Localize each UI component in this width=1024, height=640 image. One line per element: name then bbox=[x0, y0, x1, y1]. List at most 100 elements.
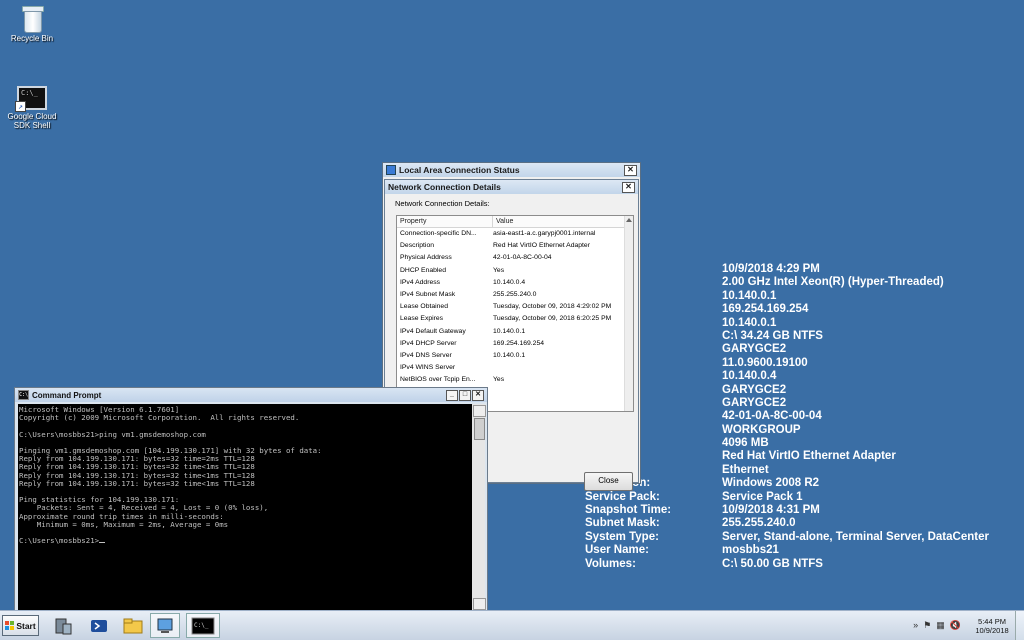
show-desktop-button[interactable] bbox=[1015, 611, 1024, 640]
maximize-icon[interactable]: □ bbox=[459, 390, 471, 401]
bginfo-label: Snapshot Time: bbox=[585, 504, 672, 517]
network-tray-icon[interactable]: ▦ bbox=[936, 620, 945, 631]
bginfo-value: 11.0.9600.19100 bbox=[722, 356, 808, 369]
server-manager-icon bbox=[55, 618, 72, 634]
recycle-bin-icon bbox=[21, 6, 44, 33]
bginfo-value: 2.00 GHz Intel Xeon(R) (Hyper-Threaded) bbox=[722, 276, 944, 289]
recycle-bin-shortcut[interactable]: Recycle Bin bbox=[0, 6, 64, 43]
bginfo-value: 10/9/2018 4:31 PM bbox=[722, 504, 820, 517]
close-icon[interactable]: ✕ bbox=[472, 390, 484, 401]
scroll-thumb[interactable] bbox=[474, 418, 485, 440]
bginfo-label: Service Pack: bbox=[585, 490, 660, 503]
cmd-titlebar[interactable]: C:\ Command Prompt _ □ ✕ bbox=[15, 388, 487, 402]
details-property: NetBIOS over Tcpip En... bbox=[400, 376, 476, 384]
folder-icon bbox=[123, 618, 143, 633]
details-row[interactable]: IPv4 WINS Server bbox=[397, 362, 633, 374]
details-row[interactable]: Physical Address 42-01-0A-8C-00-04 bbox=[397, 252, 633, 264]
bginfo-label: Volumes: bbox=[585, 557, 636, 570]
command-prompt-icon: C:\_ bbox=[191, 617, 215, 634]
terminal-icon: C:\_ ↗ bbox=[15, 86, 47, 112]
network-icon bbox=[386, 165, 396, 175]
details-value: Red Hat VirtIO Ethernet Adapter bbox=[493, 242, 590, 250]
clock-date: 10/9/2018 bbox=[975, 625, 1009, 635]
details-value: 10.140.0.1 bbox=[493, 327, 526, 335]
clock[interactable]: 5:44 PM 10/9/2018 bbox=[969, 617, 1015, 635]
bginfo-value: Windows 2008 R2 bbox=[722, 477, 820, 490]
scroll-down-arrow-icon[interactable] bbox=[473, 598, 486, 610]
details-value: 42-01-0A-8C-00-04 bbox=[493, 254, 552, 262]
taskbar-powershell[interactable] bbox=[84, 613, 114, 638]
ncd-titlebar[interactable]: Network Connection Details ✕ bbox=[385, 180, 638, 194]
console-line: Minimum = 0ms, Maximum = 2ms, Average = … bbox=[19, 519, 229, 529]
scroll-up-icon[interactable] bbox=[626, 218, 632, 222]
console-line: C:\Users\mosbbs21> bbox=[19, 536, 100, 546]
bginfo-value: 169.254.169.254 bbox=[722, 303, 809, 316]
details-row[interactable]: DHCP Enabled Yes bbox=[397, 265, 633, 277]
lacs-title: Local Area Connection Status bbox=[399, 165, 520, 175]
details-row[interactable]: IPv4 DNS Server 10.140.0.1 bbox=[397, 350, 633, 362]
bginfo-value: 10.140.0.1 bbox=[722, 289, 777, 302]
taskbar-explorer[interactable] bbox=[118, 613, 148, 638]
recycle-bin-label: Recycle Bin bbox=[10, 34, 54, 43]
details-property: Lease Expires bbox=[400, 315, 444, 323]
details-row[interactable]: IPv4 DHCP Server 169.254.169.254 bbox=[397, 338, 633, 350]
column-header-property[interactable]: Property bbox=[397, 216, 493, 227]
close-button[interactable]: Close bbox=[584, 472, 633, 491]
bginfo-value: 10.140.0.4 bbox=[722, 370, 777, 383]
details-row[interactable]: NetBIOS over Tcpip En... Yes bbox=[397, 374, 633, 386]
details-value bbox=[492, 362, 493, 374]
details-value: 169.254.169.254 bbox=[493, 339, 545, 347]
details-property: Lease Obtained bbox=[400, 303, 448, 311]
details-row[interactable]: IPv4 Default Gateway 10.140.0.1 bbox=[397, 326, 633, 338]
show-hidden-icons-chevron[interactable]: » bbox=[913, 620, 918, 631]
details-property: IPv4 Default Gateway bbox=[400, 327, 466, 335]
bginfo-label: System Type: bbox=[585, 530, 659, 543]
start-label: Start bbox=[16, 620, 36, 631]
taskbar-server-manager[interactable] bbox=[48, 613, 78, 638]
powershell-icon bbox=[91, 619, 107, 632]
details-row[interactable]: Description Red Hat VirtIO Ethernet Adapt… bbox=[397, 240, 633, 252]
details-row[interactable]: Lease Obtained Tuesday, October 09, 2018 … bbox=[397, 301, 633, 313]
details-row[interactable]: IPv4 Subnet Mask 255.255.240.0 bbox=[397, 289, 633, 301]
bginfo-value: mosbbs21 bbox=[722, 544, 779, 557]
details-property: Description bbox=[400, 242, 434, 250]
details-property: IPv4 DNS Server bbox=[400, 351, 452, 359]
lacs-titlebar[interactable]: Local Area Connection Status ✕ bbox=[383, 163, 640, 177]
lacs-close-icon[interactable]: ✕ bbox=[624, 165, 637, 176]
bginfo-value: Server, Stand-alone, Terminal Server, Da… bbox=[722, 530, 989, 543]
clock-time: 5:44 PM bbox=[978, 616, 1006, 626]
google-cloud-sdk-shortcut[interactable]: C:\_ ↗ Google Cloud SDK Shell bbox=[0, 86, 64, 130]
details-row[interactable]: Connection-specific DN... asia-east1-a.c.… bbox=[397, 228, 633, 240]
ncd-caption: Network Connection Details: bbox=[395, 199, 490, 208]
cmd-app-icon: C:\ bbox=[18, 390, 29, 400]
details-scrollbar[interactable] bbox=[624, 216, 633, 411]
details-list[interactable]: Property Value Connection-specific DN...… bbox=[396, 215, 634, 412]
details-row[interactable]: IPv4 Address 10.140.0.4 bbox=[397, 277, 633, 289]
details-property: IPv4 WINS Server bbox=[400, 364, 456, 372]
console-scrollbar[interactable] bbox=[472, 404, 486, 611]
start-button[interactable]: Start bbox=[2, 615, 39, 636]
action-center-flag-icon[interactable]: ⚑ bbox=[923, 620, 931, 631]
windows-flag-icon bbox=[5, 621, 15, 630]
details-value: Tuesday, October 09, 2018 6:20:25 PM bbox=[493, 315, 612, 323]
column-header-value[interactable]: Value bbox=[493, 216, 513, 227]
details-property: DHCP Enabled bbox=[400, 266, 446, 274]
ncd-close-icon[interactable]: ✕ bbox=[622, 182, 635, 193]
console-line: Copyright (c) 2009 Microsoft Corporation… bbox=[19, 413, 300, 423]
taskbar-command-prompt[interactable]: C:\_ bbox=[186, 613, 220, 638]
minimize-icon[interactable]: _ bbox=[446, 390, 458, 401]
volume-muted-icon[interactable]: 🔇 bbox=[950, 620, 961, 631]
bginfo-value: 10.140.0.1 bbox=[722, 316, 777, 329]
details-row[interactable]: Lease Expires Tuesday, October 09, 2018 6… bbox=[397, 313, 633, 325]
details-property: IPv4 Subnet Mask bbox=[400, 290, 456, 298]
console-output[interactable]: Microsoft Windows [Version 6.1.7601] Cop… bbox=[18, 404, 472, 611]
bginfo-value: GARYGCE2 bbox=[722, 396, 787, 409]
bginfo-value: Service Pack 1 bbox=[722, 490, 803, 503]
bginfo-value: 10/9/2018 4:29 PM bbox=[722, 263, 820, 275]
console-line: C:\Users\mosbbs21>ping vm1.gmsdemoshop.c… bbox=[19, 429, 206, 439]
bginfo-value: WORKGROUP bbox=[722, 423, 801, 436]
scroll-up-arrow-icon[interactable] bbox=[473, 405, 486, 417]
taskbar-network-connections[interactable] bbox=[150, 613, 180, 638]
details-value: Tuesday, October 09, 2018 4:29:02 PM bbox=[493, 303, 612, 311]
console-line: Reply from 104.199.130.171: bytes=32 tim… bbox=[19, 478, 255, 488]
